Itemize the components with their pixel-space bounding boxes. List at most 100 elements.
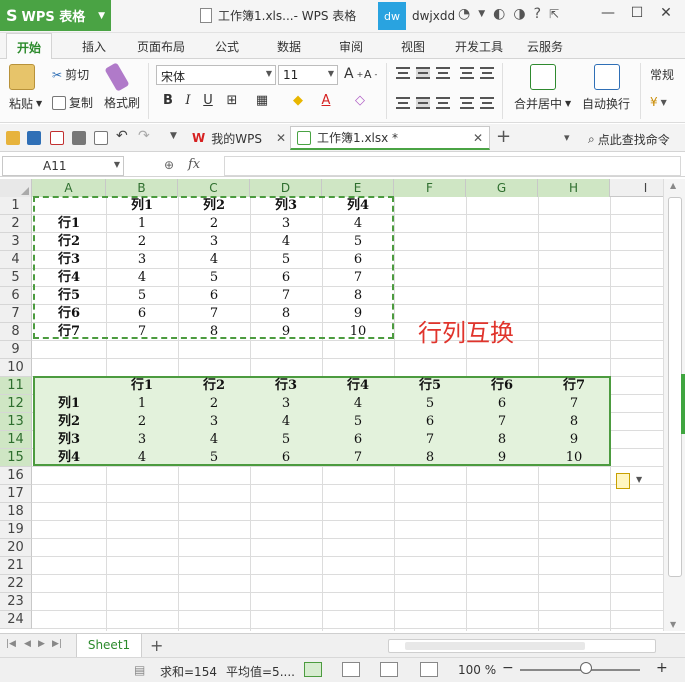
paste-button[interactable]: 粘贴 ▼ bbox=[9, 95, 42, 112]
align-middle-icon[interactable] bbox=[416, 67, 430, 79]
paste-options-icon[interactable] bbox=[616, 473, 630, 489]
row-header-23[interactable]: 23 bbox=[0, 593, 32, 611]
tab-formulas[interactable]: 公式 bbox=[215, 38, 239, 55]
cell[interactable]: 列4 bbox=[322, 197, 394, 215]
row-header-22[interactable]: 22 bbox=[0, 575, 32, 593]
cell[interactable]: 4 bbox=[322, 215, 394, 233]
column-header-i[interactable]: I bbox=[610, 179, 663, 197]
zoom-slider-knob[interactable] bbox=[580, 662, 592, 674]
cell[interactable]: 列2 bbox=[178, 197, 250, 215]
row-header-13[interactable]: 13 bbox=[0, 413, 32, 431]
cell[interactable]: 行5 bbox=[32, 287, 106, 305]
align-bottom-icon[interactable] bbox=[436, 67, 450, 79]
tab-list-icon[interactable]: ▾ bbox=[564, 131, 570, 144]
page-layout-view-icon[interactable] bbox=[380, 662, 398, 677]
close-icon[interactable]: ✕ bbox=[473, 131, 483, 145]
tab-view[interactable]: 视图 bbox=[401, 38, 425, 55]
reading-mode-icon[interactable] bbox=[420, 662, 438, 677]
cell[interactable]: 4 bbox=[322, 395, 394, 413]
cell[interactable]: 9 bbox=[250, 323, 322, 341]
row-header-10[interactable]: 10 bbox=[0, 359, 32, 377]
cell[interactable]: 3 bbox=[250, 395, 322, 413]
cell[interactable]: 4 bbox=[178, 251, 250, 269]
cell[interactable]: 行3 bbox=[32, 251, 106, 269]
zoom-in-icon[interactable]: + bbox=[656, 660, 668, 676]
cell[interactable]: 6 bbox=[466, 395, 538, 413]
tab-my-wps[interactable]: W 我的WPS ✕ bbox=[186, 126, 292, 150]
print-icon[interactable] bbox=[72, 131, 86, 145]
export-pdf-icon[interactable] bbox=[50, 131, 64, 145]
formula-input[interactable] bbox=[224, 156, 681, 176]
print-preview-icon[interactable] bbox=[94, 131, 108, 145]
cell[interactable]: 3 bbox=[106, 251, 178, 269]
cell[interactable]: 行4 bbox=[322, 377, 394, 395]
cell[interactable]: 7 bbox=[106, 323, 178, 341]
row-header-7[interactable]: 7 bbox=[0, 305, 32, 323]
find-command-button[interactable]: ⌕ 点此查找命令 bbox=[588, 131, 670, 148]
cell[interactable]: 行7 bbox=[538, 377, 610, 395]
row-header-6[interactable]: 6 bbox=[0, 287, 32, 305]
side-panel-indicator[interactable] bbox=[681, 374, 685, 434]
tab-developer[interactable]: 开发工具 bbox=[455, 38, 503, 55]
cell[interactable]: 8 bbox=[322, 287, 394, 305]
cell[interactable]: 3 bbox=[250, 215, 322, 233]
cell[interactable]: 列1 bbox=[106, 197, 178, 215]
cell[interactable]: 行3 bbox=[250, 377, 322, 395]
cell[interactable]: 7 bbox=[538, 395, 610, 413]
prev-sheet-icon[interactable]: ◀ bbox=[24, 639, 31, 649]
tab-workbook[interactable]: 工作簿1.xlsx * ✕ bbox=[290, 126, 490, 150]
tab-insert[interactable]: 插入 bbox=[82, 38, 106, 55]
cell[interactable]: 2 bbox=[106, 233, 178, 251]
currency-format-icon[interactable]: ¥ ▼ bbox=[650, 95, 667, 109]
cell[interactable]: 8 bbox=[466, 431, 538, 449]
cut-button[interactable]: ✂ 剪切 bbox=[52, 66, 89, 83]
share-icon[interactable]: ◑ bbox=[513, 6, 525, 22]
scroll-down-icon[interactable]: ▼ bbox=[670, 620, 676, 629]
sheet-tab-sheet1[interactable]: Sheet1 bbox=[76, 634, 142, 658]
underline-button[interactable]: U bbox=[200, 93, 216, 108]
row-header-19[interactable]: 19 bbox=[0, 521, 32, 539]
font-size-select[interactable]: 11 ▼ bbox=[278, 65, 338, 85]
column-header-e[interactable]: E bbox=[322, 179, 394, 197]
cell[interactable]: 列4 bbox=[32, 449, 106, 467]
new-tab-icon[interactable]: + bbox=[496, 126, 511, 147]
cell[interactable]: 6 bbox=[106, 305, 178, 323]
close-icon[interactable]: ✕ bbox=[276, 131, 286, 145]
row-header-4[interactable]: 4 bbox=[0, 251, 32, 269]
cell[interactable]: 4 bbox=[250, 413, 322, 431]
copy-button[interactable]: 复制 bbox=[52, 94, 93, 111]
row-header-14[interactable]: 14 bbox=[0, 431, 32, 449]
scroll-up-icon[interactable]: ▲ bbox=[670, 181, 676, 190]
open-folder-icon[interactable] bbox=[6, 131, 20, 145]
column-header-c[interactable]: C bbox=[178, 179, 250, 197]
increase-font-size-button[interactable]: A + bbox=[344, 66, 363, 82]
close-icon[interactable]: ✕ bbox=[656, 5, 676, 21]
tab-page-layout[interactable]: 页面布局 bbox=[137, 38, 185, 55]
cell[interactable]: 列3 bbox=[250, 197, 322, 215]
app-menu-button[interactable]: S WPS 表格 ▼ bbox=[0, 0, 111, 31]
row-header-12[interactable]: 12 bbox=[0, 395, 32, 413]
cell[interactable]: 列3 bbox=[32, 431, 106, 449]
row-header-2[interactable]: 2 bbox=[0, 215, 32, 233]
minimize-icon[interactable]: — bbox=[598, 5, 618, 21]
format-painter-icon[interactable] bbox=[104, 62, 130, 92]
cell[interactable]: 6 bbox=[394, 413, 466, 431]
column-header-g[interactable]: G bbox=[466, 179, 538, 197]
font-name-select[interactable]: 宋体 ▼ bbox=[156, 65, 276, 85]
maximize-icon[interactable]: ☐ bbox=[627, 5, 647, 21]
horizontal-scroll-thumb[interactable] bbox=[405, 642, 585, 650]
cell[interactable]: 3 bbox=[178, 413, 250, 431]
row-header-8[interactable]: 8 bbox=[0, 323, 32, 341]
cell[interactable]: 行7 bbox=[32, 323, 106, 341]
last-sheet-icon[interactable]: ▶| bbox=[52, 639, 62, 649]
cell[interactable]: 行2 bbox=[178, 377, 250, 395]
macro-record-icon[interactable]: ▤ bbox=[134, 663, 145, 677]
first-sheet-icon[interactable]: |◀ bbox=[6, 639, 16, 649]
cell[interactable]: 7 bbox=[394, 431, 466, 449]
user-name[interactable]: dwjxdd bbox=[412, 9, 455, 23]
paste-icon[interactable] bbox=[9, 64, 35, 90]
cell[interactable]: 2 bbox=[178, 215, 250, 233]
cell[interactable]: 3 bbox=[106, 431, 178, 449]
cell[interactable]: 行2 bbox=[32, 233, 106, 251]
row-header-1[interactable]: 1 bbox=[0, 197, 32, 215]
